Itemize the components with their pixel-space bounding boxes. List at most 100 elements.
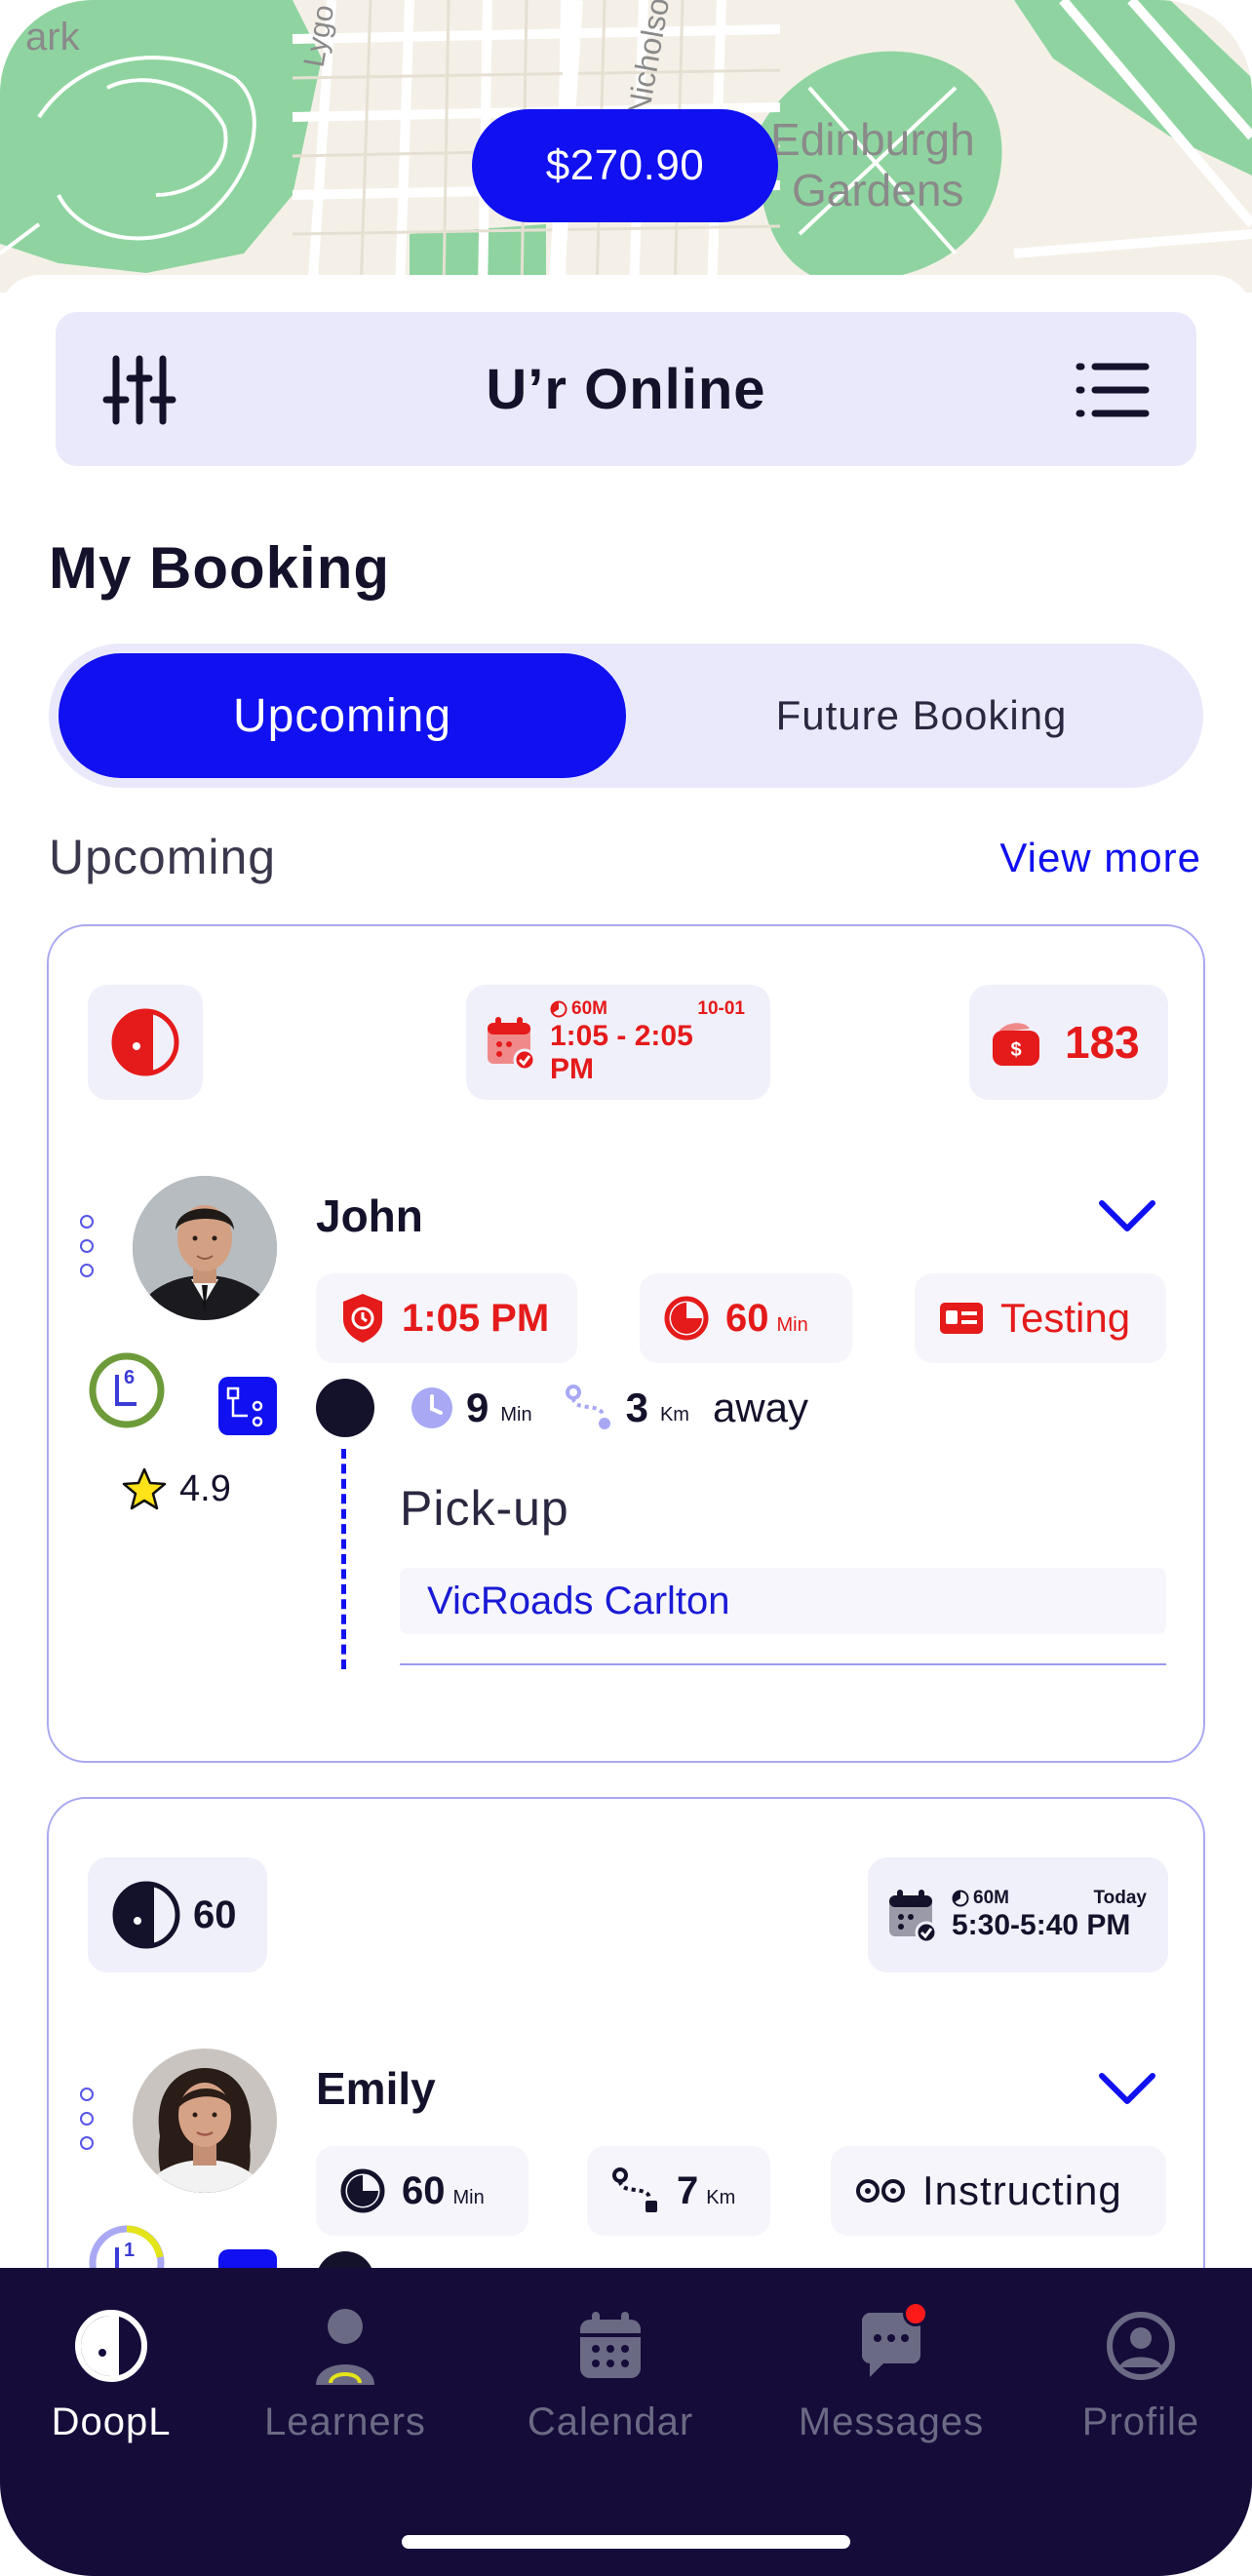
duration-icon [952, 1890, 969, 1907]
distance-pill: 7 Km [587, 2146, 770, 2236]
bottom-nav: DoopL Learners Calendar Messages Profile [0, 2268, 1252, 2576]
more-options-icon[interactable] [80, 2088, 96, 2161]
duration-pill: 60 Min [640, 1273, 852, 1363]
timeline-line [341, 1449, 346, 1669]
duration-text: 60M [973, 1888, 1009, 1908]
rating-value: 4.9 [179, 1467, 231, 1509]
lesson-type-pill: Instructing [831, 2146, 1166, 2236]
student-name: John [316, 1190, 423, 1241]
nav-item-messages[interactable]: Messages [784, 2301, 998, 2444]
avatar [133, 1176, 277, 1320]
route-icon [612, 2167, 657, 2212]
lesson-count-chip: 60 [88, 1857, 267, 1972]
home-indicator[interactable] [402, 2535, 850, 2549]
start-time-pill: 1:05 PM [316, 1273, 577, 1363]
nav-item-profile[interactable]: Profile [1034, 2307, 1248, 2444]
duration-unit: Min [776, 1313, 808, 1336]
map-label: Gardens [792, 165, 964, 215]
timer-icon [340, 2168, 385, 2213]
avatar [133, 2049, 277, 2193]
map-label: Edinburgh [770, 114, 975, 165]
nav-item-doopl[interactable]: DoopL [4, 2307, 218, 2444]
eta-suffix: away [712, 1385, 809, 1430]
star-icon [122, 1467, 167, 1510]
shield-clock-icon [343, 1294, 382, 1343]
level-number: 1 [124, 2240, 136, 2261]
time-range-text: 1:05 - 2:05 PM [550, 1020, 693, 1085]
start-time-value: 1:05 PM [402, 1296, 550, 1340]
time-chip: 60M Today 5:30-5:40 PM [868, 1857, 1168, 1972]
student-name: Emily [316, 2063, 436, 2114]
list-menu-icon[interactable] [1074, 351, 1152, 429]
balance-badge[interactable]: $270.90 [472, 109, 778, 222]
rating: 4.9 [121, 1466, 231, 1511]
time-chip-text: 60M 10-01 1:05 - 2:05 PM [550, 998, 745, 1086]
doopl-red-icon [111, 1008, 179, 1076]
calendar-check-icon [488, 1017, 536, 1070]
nav-item-learners[interactable]: Learners [238, 2307, 452, 2444]
filter-sliders-icon[interactable] [100, 351, 178, 429]
earnings-value: 183 [1065, 1017, 1140, 1068]
nav-label: Profile [1081, 2400, 1200, 2443]
duration-pill: 60 Min [316, 2146, 528, 2236]
lesson-type-value: Instructing [922, 2167, 1122, 2213]
nav-label: DoopL [51, 2400, 172, 2443]
booking-card[interactable]: 60 60M Today 5:30-5:40 PM Emily 60 Min 7… [47, 1797, 1205, 2343]
doopl-status-chip [88, 985, 203, 1100]
nav-label: Learners [264, 2400, 426, 2443]
lesson-count: 60 [193, 1893, 237, 1936]
booking-tabs: Upcoming Future Booking [49, 644, 1203, 788]
my-booking-heading: My Booking [49, 535, 390, 601]
timer-icon [664, 1296, 709, 1341]
eta-row: 9 Min 3 Km away [410, 1379, 808, 1437]
license-plate-icon [218, 1377, 277, 1435]
online-status-bar: U’r Online [56, 312, 1196, 466]
view-more-link[interactable]: View more [999, 835, 1201, 881]
duration-value: 60 [402, 2168, 446, 2212]
time-range-text: 5:30-5:40 PM [952, 1909, 1131, 1941]
distance-value: 7 [677, 2168, 699, 2212]
time-chip-text: 60M Today 5:30-5:40 PM [952, 1888, 1147, 1942]
lesson-type-value: Testing [1000, 1295, 1131, 1341]
time-chip: 60M 10-01 1:05 - 2:05 PM [466, 985, 770, 1100]
doopl-logo-icon [112, 1881, 180, 1949]
calendar-icon [580, 2312, 641, 2378]
date-text: 10-01 [697, 998, 745, 1019]
chevron-down-icon[interactable] [1098, 1197, 1156, 1236]
map-label: ark [25, 16, 80, 59]
earnings-chip: $ 183 [969, 985, 1168, 1100]
clock-icon [411, 1387, 452, 1428]
level-number: 6 [124, 1367, 136, 1388]
timeline-dot [316, 1379, 374, 1437]
pickup-label: Pick-up [400, 1481, 569, 1536]
duration-text: 60M [571, 998, 607, 1019]
route-icon [565, 1385, 610, 1429]
nav-label: Messages [798, 2400, 985, 2443]
lesson-type-pill: Testing [915, 1273, 1166, 1363]
duration-icon [550, 1000, 567, 1018]
eta-distance: 3 [625, 1385, 648, 1430]
address-underline [400, 1663, 1166, 1665]
pickup-address[interactable]: VicRoads Carlton [400, 1568, 1166, 1634]
profile-icon [1107, 2312, 1175, 2380]
svg-text:$: $ [1010, 1039, 1021, 1061]
eta-minutes: 9 [466, 1385, 489, 1430]
tab-upcoming[interactable]: Upcoming [59, 653, 626, 778]
eta-distance-unit: Km [659, 1403, 689, 1425]
learner-icon [316, 2309, 374, 2385]
tab-future-booking[interactable]: Future Booking [653, 653, 1190, 778]
distance-unit: Km [706, 2186, 736, 2208]
nav-item-calendar[interactable]: Calendar [503, 2307, 718, 2444]
wallet-icon: $ [993, 1023, 1039, 1066]
level-badge: 6 [88, 1351, 166, 1429]
infinity-glasses-icon [856, 2179, 905, 2203]
nav-label: Calendar [527, 2400, 694, 2443]
chevron-down-icon[interactable] [1098, 2070, 1156, 2109]
duration-unit: Min [452, 2186, 485, 2208]
app-screen: ark Lygo Nicholso Edinburgh Gardens $270… [0, 0, 1252, 2576]
more-options-icon[interactable] [80, 1215, 96, 1288]
booking-card[interactable]: 60M 10-01 1:05 - 2:05 PM $ 183 6 4.9 Joh… [47, 924, 1205, 1763]
map-view[interactable]: ark Lygo Nicholso Edinburgh Gardens $270… [0, 0, 1252, 293]
calendar-check-icon [889, 1890, 938, 1942]
online-status-title: U’r Online [486, 357, 766, 421]
